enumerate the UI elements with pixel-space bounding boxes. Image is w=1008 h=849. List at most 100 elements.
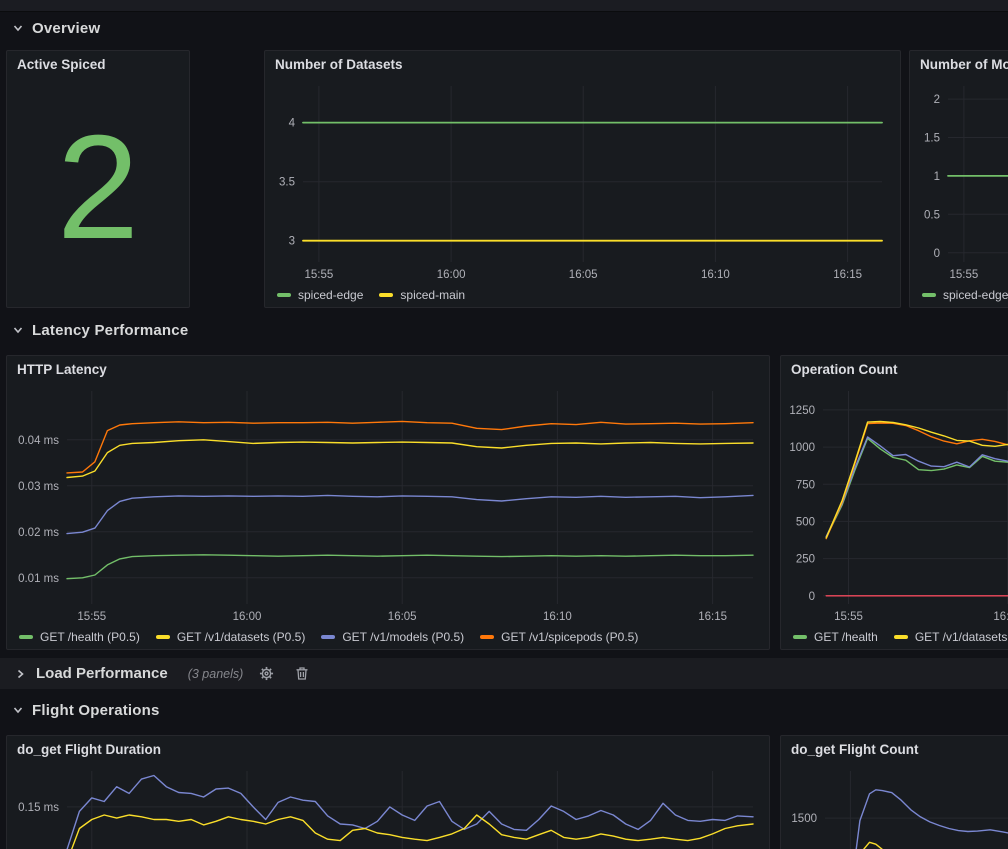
series-line [844,842,1008,849]
legend-swatch [277,293,291,297]
chart-svg: 15:5516:0016:0516:1016:151500 [781,763,1008,849]
series-line [67,421,753,473]
legend-swatch [480,635,494,639]
series-line [67,440,753,478]
legend-item[interactable]: GET /v1/datasets [894,630,1008,644]
x-tick-label: 16:05 [569,269,598,281]
chart-legend: spiced-edge spiced-main [265,284,900,307]
section-header-overview[interactable]: Overview [12,16,100,40]
legend-item[interactable]: GET /health [793,630,878,644]
y-tick-label: 1.5 [924,132,940,144]
panel-do-get-flight-duration: do_get Flight Duration 15:5516:0016:0516… [6,735,770,849]
section-header-latency-performance[interactable]: Latency Performance [12,318,188,342]
legend-item[interactable]: GET /v1/models (P0.5) [321,630,464,644]
chart-area[interactable]: 15:5516:0016:0516:1016:1500.511.52 [910,78,1008,284]
panel-title[interactable]: do_get Flight Count [781,736,1008,763]
panel-number-of-models: Number of Models 15:5516:0016:0516:1016:… [909,50,1008,308]
series-line [841,790,1008,849]
y-tick-label: 750 [796,479,815,491]
x-tick-label: 15:55 [950,269,979,281]
panel-title[interactable]: Number of Datasets [265,51,900,78]
chevron-down-icon [12,704,24,716]
chart-legend: GET /health (P0.5) GET /v1/datasets (P0.5… [7,626,769,649]
y-tick-label: 4 [289,118,296,130]
legend-item[interactable]: GET /health (P0.5) [19,630,140,644]
panel-active-spiced: Active Spiced 2 [6,50,190,308]
section-title: Flight Operations [32,702,160,719]
chart-area[interactable]: 15:55 16:00 16:05 16:10 16:15 3 3.5 4 [265,78,900,284]
chart-area[interactable]: 15:5516:0016:0516:1016:151500 [781,763,1008,849]
legend-item[interactable]: GET /v1/spicepods (P0.5) [480,630,638,644]
legend-item[interactable]: spiced-edge [922,288,1008,302]
panel-do-get-flight-count: do_get Flight Count 15:5516:0016:0516:10… [780,735,1008,849]
panel-title[interactable]: Number of Models [910,51,1008,78]
y-tick-label: 1250 [789,405,815,417]
chevron-down-icon [12,324,24,336]
legend-swatch [19,635,33,639]
y-tick-label: 2 [934,94,940,106]
legend-item[interactable]: spiced-edge [277,288,363,302]
y-tick-label: 1 [934,171,940,183]
chart-legend: GET /health GET /v1/datasets [781,626,1008,649]
gear-icon [259,666,274,681]
row-delete-button[interactable] [289,664,315,684]
section-title: Overview [32,20,100,37]
y-tick-label: 0 [934,248,940,260]
trash-icon [295,666,309,681]
x-tick-label: 16:00 [233,611,262,623]
x-tick-label: 15:55 [305,269,334,281]
panel-number-of-datasets: Number of Datasets 15:5516:0016:0516:101… [264,50,901,308]
series-line [826,438,1008,537]
legend-swatch [321,635,335,639]
chart-area[interactable]: 15:5516:0016:0516:1016:150.15 ms [7,763,769,849]
panel-title[interactable]: Operation Count [781,356,1008,383]
series-line [67,495,753,533]
section-title: Latency Performance [32,322,188,339]
y-tick-label: 0.5 [924,209,940,221]
section-title: Load Performance [36,665,168,682]
y-tick-label: 500 [796,516,815,528]
chart-area[interactable]: 15:5516:0016:0516:1016:150.01 ms0.02 ms0… [7,383,769,626]
chart-svg: 15:55 16:00 16:05 16:10 16:15 3 3.5 4 [265,78,898,284]
x-tick-label: 16:15 [698,611,727,623]
x-tick-label: 16:15 [833,269,862,281]
section-header-load-performance[interactable]: Load Performance (3 panels) [0,658,1008,689]
section-header-flight-operations[interactable]: Flight Operations [12,698,160,722]
row-settings-button[interactable] [253,664,279,684]
legend-item[interactable]: spiced-main [379,288,465,302]
x-tick-label: 15:55 [834,611,863,623]
legend-swatch [379,293,393,297]
x-tick-label: 16:00 [993,611,1008,623]
x-tick-label: 15:55 [77,611,106,623]
y-tick-label: 0.01 ms [18,573,59,585]
series-line [67,555,753,579]
y-tick-label: 3 [289,236,295,248]
legend-swatch [894,635,908,639]
y-tick-label: 0.03 ms [18,481,59,493]
y-tick-label: 1000 [789,442,815,454]
x-tick-label: 16:00 [437,269,466,281]
chevron-right-icon [14,668,26,680]
panel-title[interactable]: do_get Flight Duration [7,736,769,763]
legend-swatch [922,293,936,297]
legend-swatch [156,635,170,639]
y-tick-label: 1500 [791,813,817,825]
panels-count-label: (3 panels) [188,667,244,681]
panel-title[interactable]: HTTP Latency [7,356,769,383]
y-tick-label: 250 [796,554,815,566]
x-tick-label: 16:10 [701,269,730,281]
dashboard: Overview Active Spiced 2 Number of Datas… [0,0,1008,849]
y-tick-label: 0.04 ms [18,435,59,447]
legend-swatch [793,635,807,639]
x-tick-label: 16:05 [388,611,417,623]
chart-svg: 15:5516:0016:0516:1016:15025050075010001… [781,383,1008,626]
stat-value: 2 [7,79,189,307]
chart-legend: spiced-edge [910,284,1008,307]
top-navigation-bar [0,0,1008,12]
y-tick-label: 3.5 [279,177,295,189]
chart-area[interactable]: 15:5516:0016:0516:1016:15025050075010001… [781,383,1008,626]
panel-title[interactable]: Active Spiced [7,51,189,79]
legend-item[interactable]: GET /v1/datasets (P0.5) [156,630,306,644]
y-tick-label: 0.15 ms [18,802,59,814]
y-tick-label: 0.02 ms [18,527,59,539]
